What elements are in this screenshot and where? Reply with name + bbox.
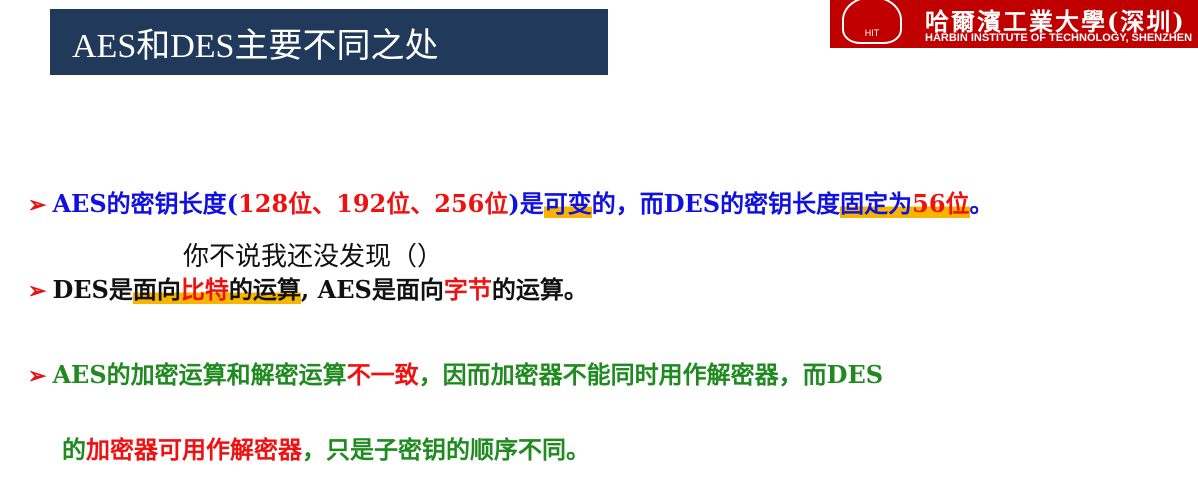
emblem-icon: HIT: [842, 0, 902, 44]
arrow-bullet-icon: ➢: [28, 278, 47, 304]
logo-en: HARBIN INSTITUTE OF TECHNOLOGY, SHENZHEN: [925, 32, 1193, 44]
university-logo: HIT 哈爾濱工業大學(深圳) HARBIN INSTITUTE OF TECH…: [830, 0, 1198, 48]
slide-title: AES和DES主要不同之处: [50, 9, 608, 75]
bullet-1: ➢ AES的密钥长度(128位、192位、256位)是可变的，而DES的密钥长度固…: [28, 189, 994, 218]
arrow-bullet-icon: ➢: [28, 363, 47, 389]
arrow-bullet-icon: ➢: [28, 192, 47, 218]
annotation-note: 你不说我还没发现（）: [183, 242, 444, 272]
bullet-3: ➢ AES的加密运算和解密运算不一致，因而加密器不能同时用作解密器，而DES: [28, 360, 884, 389]
bullet-2: ➢ DES是面向比特的运算, AES是面向字节的运算。: [28, 275, 588, 304]
bullet-3-continued: 的加密器可用作解密器，只是子密钥的顺序不同。: [62, 435, 590, 464]
